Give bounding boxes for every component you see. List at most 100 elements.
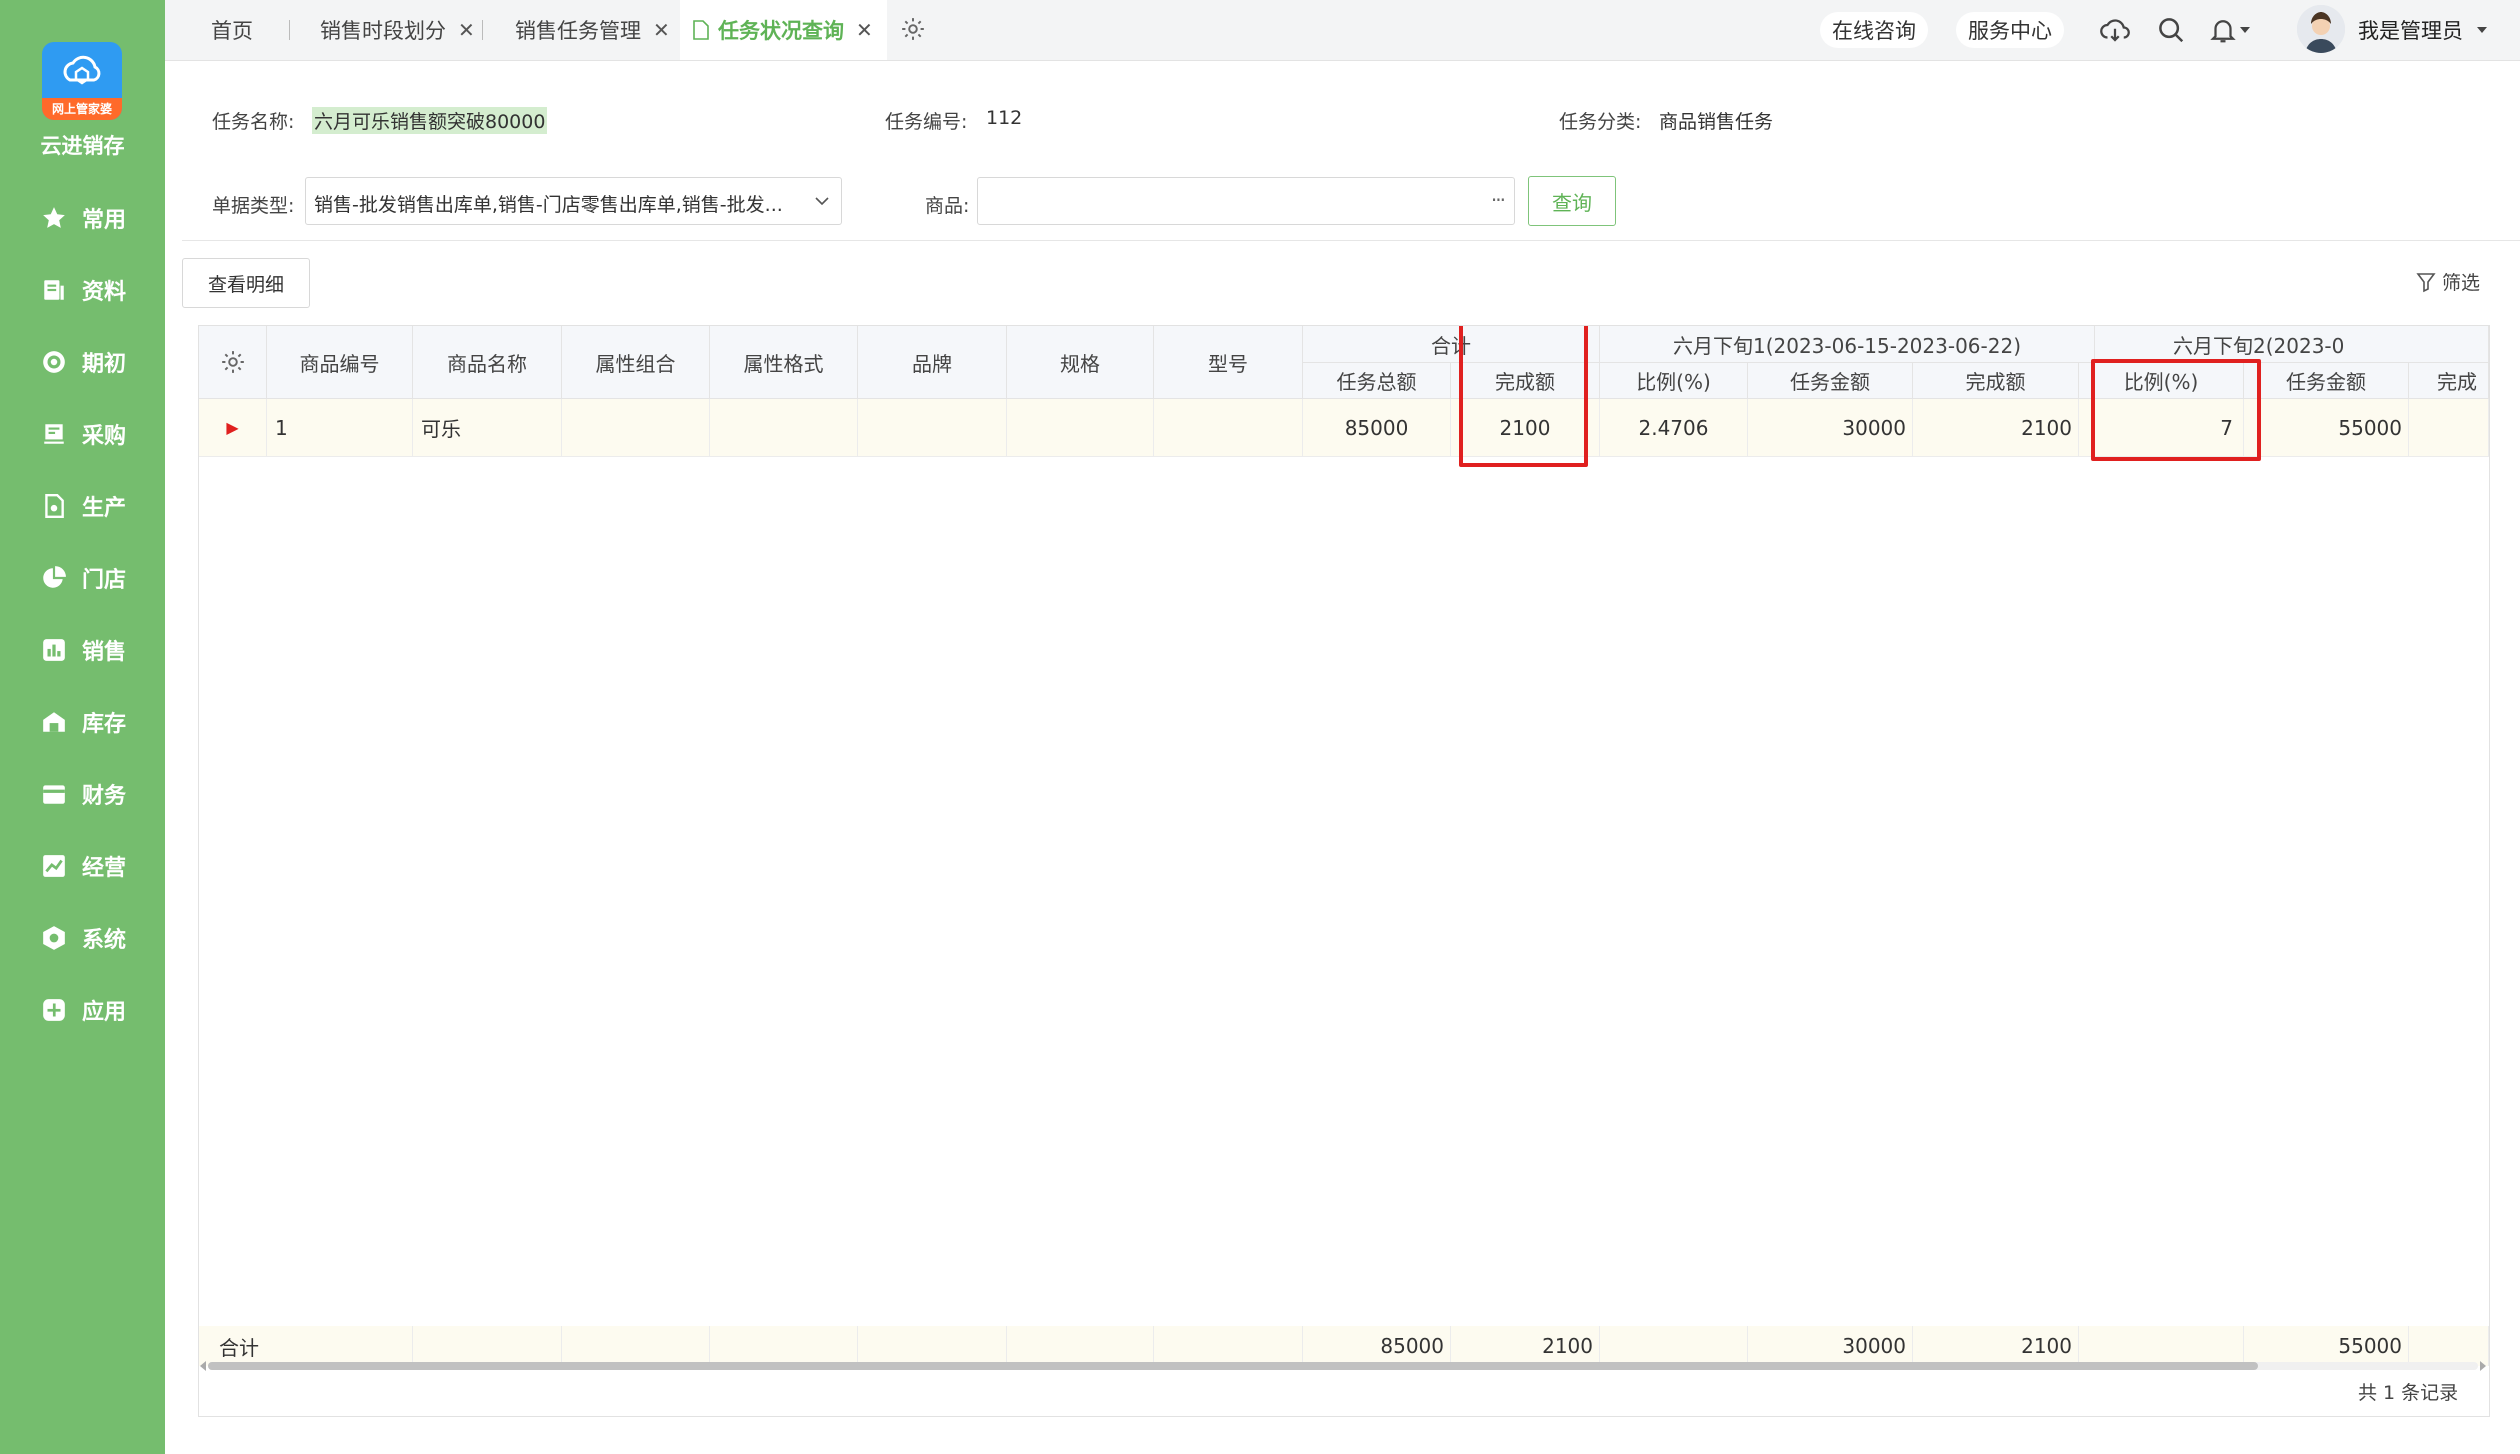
scroll-left-icon[interactable] (198, 1360, 208, 1372)
close-icon[interactable]: ✕ (653, 18, 670, 42)
sidebar-item-opening[interactable]: 期初 (0, 334, 165, 390)
sidebar-item-label: 应用 (82, 1000, 127, 1025)
product-input[interactable]: ··· (977, 177, 1515, 225)
sidebar-item-label: 采购 (82, 424, 127, 449)
plus-icon (40, 996, 68, 1024)
column-header[interactable]: 品牌 (858, 326, 1007, 399)
sidebar-item-sales[interactable]: 销售 (0, 622, 165, 678)
sidebar-item-purchase[interactable]: 采购 (0, 406, 165, 462)
tab-separator (482, 20, 483, 40)
sidebar-item-data[interactable]: 资料 (0, 262, 165, 318)
gear-icon (221, 351, 244, 373)
close-icon[interactable]: ✕ (856, 18, 873, 42)
record-count: 共 1 条记录 (2358, 1382, 2459, 1404)
search-icon[interactable] (2156, 15, 2186, 45)
column-header[interactable]: 完成 (2409, 363, 2489, 399)
cell-product-code[interactable]: 1 (267, 399, 413, 457)
star-icon (40, 204, 68, 232)
divider (182, 240, 2520, 241)
column-header[interactable]: 任务金额 (2244, 363, 2409, 399)
sidebar-item-inventory[interactable]: 库存 (0, 694, 165, 750)
doc-type-label: 单据类型: (212, 195, 295, 217)
pie-icon (40, 564, 68, 592)
sidebar-item-label: 生产 (82, 496, 127, 521)
column-header[interactable]: 任务总额 (1303, 363, 1451, 399)
sidebar-item-finance[interactable]: 财务 (0, 766, 165, 822)
scroll-right-icon[interactable] (2478, 1360, 2488, 1372)
cell-attr-format[interactable] (710, 399, 858, 457)
tab-label: 首页 (211, 19, 253, 43)
filter-icon (2416, 272, 2436, 292)
cell-model[interactable] (1154, 399, 1303, 457)
cell-p2-done[interactable] (2409, 399, 2489, 457)
doc-type-value: 销售-批发销售出库单,销售-门店零售出库单,销售-批发... (314, 194, 783, 216)
filter-button[interactable]: 筛选 (2416, 268, 2480, 295)
cell-product-name[interactable]: 可乐 (413, 399, 562, 457)
group-header-period1: 六月下旬1(2023-06-15-2023-06-22) (1600, 326, 2095, 363)
cell-p1-done[interactable]: 2100 (1913, 399, 2079, 457)
sidebar-item-store[interactable]: 门店 (0, 550, 165, 606)
column-header[interactable]: 比例(%) (1600, 363, 1748, 399)
horizontal-scrollbar[interactable] (198, 1358, 2488, 1372)
close-icon[interactable]: ✕ (458, 18, 475, 42)
cell-total-task[interactable]: 85000 (1303, 399, 1451, 457)
tab-sales-task[interactable]: 销售任务管理 ✕ (515, 0, 670, 60)
task-name-label: 任务名称: (212, 111, 295, 133)
sidebar-item-system[interactable]: 系统 (0, 910, 165, 966)
cell-spec[interactable] (1007, 399, 1154, 457)
sidebar-item-operation[interactable]: 经营 (0, 838, 165, 894)
doc-type-select[interactable]: 销售-批发销售出库单,销售-门店零售出库单,销售-批发... (305, 177, 842, 225)
view-detail-button[interactable]: 查看明细 (182, 258, 310, 308)
sidebar-item-common[interactable]: 常用 (0, 190, 165, 246)
warehouse-icon (40, 708, 68, 736)
cell-attr-combo[interactable] (562, 399, 710, 457)
app-name: 云进销存 (40, 134, 125, 158)
sidebar-item-production[interactable]: 生产 (0, 478, 165, 534)
user-menu[interactable]: 我是管理员 (2358, 0, 2489, 60)
column-header[interactable]: 规格 (1007, 326, 1154, 399)
target-icon (40, 348, 68, 376)
service-center-button[interactable]: 服务中心 (1956, 12, 2064, 48)
scrollbar-thumb[interactable] (208, 1362, 2258, 1370)
highlight-box (1459, 326, 1588, 467)
sidebar: 网上管家婆 云进销存 常用 资料 期初 采购 生产 门店 销售 库存 财务 经营 (0, 0, 165, 1454)
group-header-period2: 六月下旬2(2023-0 (2095, 326, 2489, 363)
column-header[interactable]: 属性格式 (710, 326, 858, 399)
sidebar-item-label: 库存 (82, 712, 127, 737)
highlight-box (2091, 359, 2261, 461)
tab-task-status[interactable]: 任务状况查询 ✕ (680, 0, 887, 60)
online-consult-button[interactable]: 在线咨询 (1820, 12, 1928, 48)
task-no-label: 任务编号: (885, 111, 968, 133)
logo-ribbon: 网上管家婆 (42, 98, 122, 120)
tab-home[interactable]: 首页 (211, 0, 253, 60)
task-category-value: 商品销售任务 (1659, 111, 1774, 133)
column-header[interactable]: 型号 (1154, 326, 1303, 399)
tab-sales-period[interactable]: 销售时段划分 ✕ (320, 0, 475, 60)
tab-label: 销售任务管理 (515, 19, 641, 43)
column-header[interactable]: 商品名称 (413, 326, 562, 399)
query-button[interactable]: 查询 (1528, 176, 1616, 226)
column-header[interactable]: 完成额 (1913, 363, 2079, 399)
tab-separator (289, 20, 290, 40)
column-header[interactable]: 商品编号 (267, 326, 413, 399)
top-bar: 首页 销售时段划分 ✕ 销售任务管理 ✕ 任务状况查询 ✕ 在线咨询 服务中心 (165, 0, 2520, 61)
column-header[interactable]: 任务金额 (1748, 363, 1913, 399)
sidebar-item-apps[interactable]: 应用 (0, 982, 165, 1038)
cell-p1-task[interactable]: 30000 (1748, 399, 1913, 457)
more-icon[interactable]: ··· (1491, 188, 1506, 212)
button-label: 服务中心 (1968, 19, 2052, 43)
column-header[interactable]: 属性组合 (562, 326, 710, 399)
sidebar-item-label: 期初 (82, 352, 127, 377)
column-settings[interactable] (199, 326, 267, 399)
chevron-down-icon[interactable] (2237, 15, 2253, 45)
cell-brand[interactable] (858, 399, 1007, 457)
tab-label: 销售时段划分 (320, 19, 446, 43)
avatar[interactable] (2297, 5, 2345, 53)
cell-total-ratio[interactable]: 2.4706 (1600, 399, 1748, 457)
bell-icon[interactable] (2208, 15, 2238, 45)
cloud-download-icon[interactable] (2100, 15, 2130, 45)
trend-icon (40, 852, 68, 880)
cell-p2-task[interactable]: 55000 (2244, 399, 2409, 457)
gear-icon[interactable] (900, 16, 926, 42)
task-status-grid: 商品编号 商品名称 属性组合 属性格式 品牌 规格 型号 合计 六月下旬1(20… (198, 325, 2490, 1417)
